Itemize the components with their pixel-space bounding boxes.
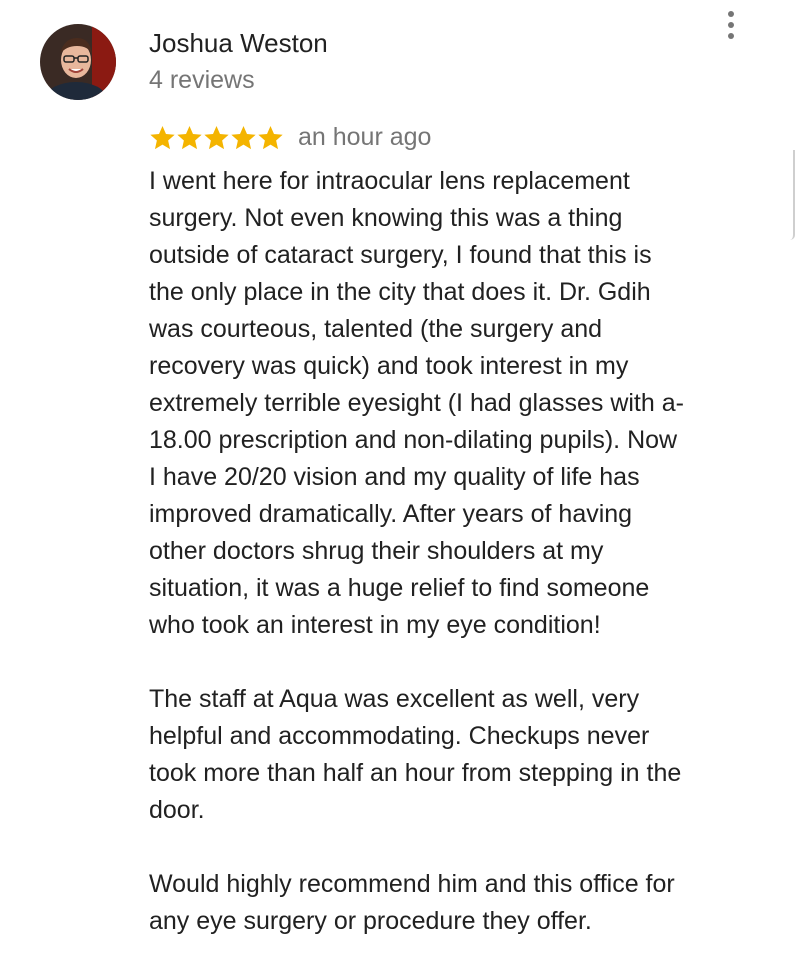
star-icon	[204, 125, 229, 149]
review-paragraph: I went here for intraocular lens replace…	[149, 163, 769, 644]
review-line: The staff at Aqua was excellent as well,…	[149, 685, 640, 713]
review-text: I went here for intraocular lens replace…	[149, 163, 769, 940]
review-line: improved dramatically. After years of ha…	[149, 500, 633, 528]
star-icon	[150, 125, 175, 149]
review-line: the only place in the city that does it.…	[149, 278, 651, 306]
person-photo-icon	[40, 24, 116, 100]
review-paragraph: Would highly recommend him and this offi…	[149, 866, 769, 940]
review-line: recovery was quick) and took interest in…	[149, 352, 629, 380]
more-vert-icon	[728, 11, 734, 17]
review-line: any eye surgery or procedure they offer.	[149, 907, 592, 935]
star-icon	[177, 125, 202, 149]
star-rating	[149, 124, 284, 151]
review-line: 18.00 prescription and non-dilating pupi…	[149, 426, 678, 454]
star-icon	[231, 125, 256, 149]
review-line: other doctors shrug their shoulders at m…	[149, 537, 604, 565]
review-line: took more than half an hour from steppin…	[149, 759, 682, 787]
review-line: outside of cataract surgery, I found tha…	[149, 241, 652, 269]
review-paragraph: The staff at Aqua was excellent as well,…	[149, 681, 769, 829]
review-line: Would highly recommend him and this offi…	[149, 870, 675, 898]
avatar[interactable]	[40, 24, 116, 100]
review-line: was courteous, talented (the surgery and	[149, 315, 603, 343]
review-line: who took an interest in my eye condition…	[149, 611, 601, 639]
more-vert-icon-dot	[728, 33, 734, 39]
star-icon	[258, 125, 283, 149]
more-options-button[interactable]	[716, 6, 746, 44]
more-vert-icon-dot	[728, 22, 734, 28]
review-line: I went here for intraocular lens replace…	[149, 167, 630, 195]
rating-row: an hour ago	[149, 120, 431, 154]
review-time: an hour ago	[298, 123, 432, 151]
review-line: I have 20/20 vision and my quality of li…	[149, 463, 640, 491]
review-count[interactable]: 4 reviews	[149, 64, 255, 96]
review-line: door.	[149, 796, 205, 824]
reviewer-name[interactable]: Joshua Weston	[149, 27, 328, 59]
review-line: situation, it was a huge relief to find …	[149, 574, 650, 602]
review-line: surgery. Not even knowing this was a thi…	[149, 204, 623, 232]
review-line: extremely terrible eyesight (I had glass…	[149, 389, 684, 417]
review-line: helpful and accommodating. Checkups neve…	[149, 722, 650, 750]
scroll-edge	[790, 150, 795, 240]
